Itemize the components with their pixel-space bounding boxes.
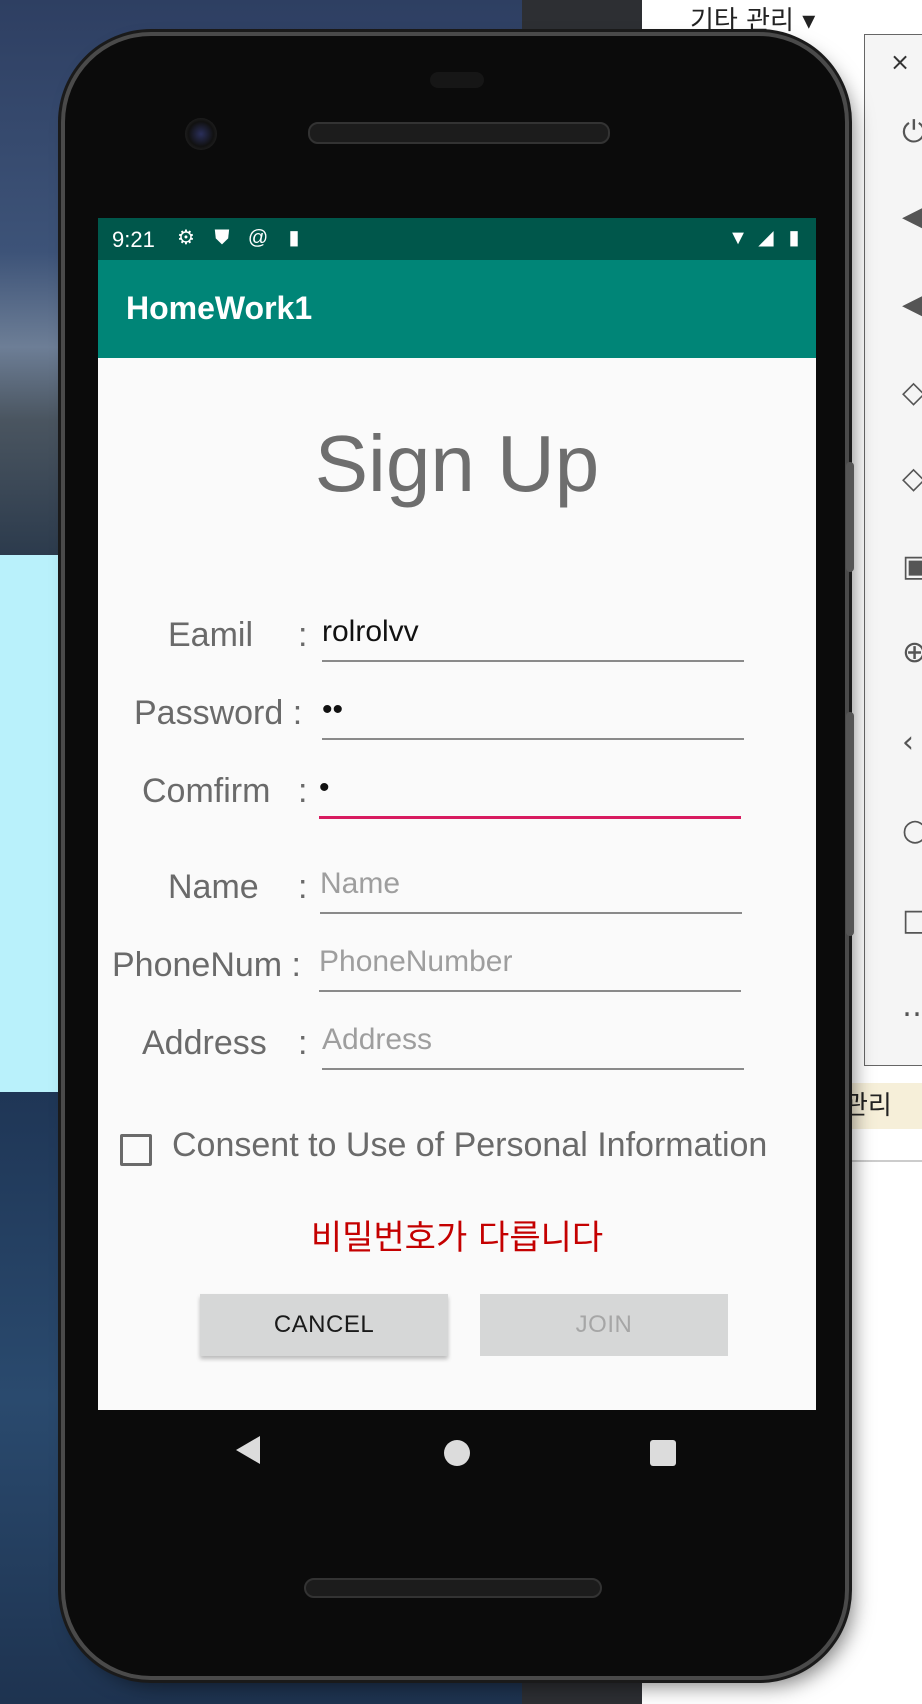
email-label: Eamil [168,616,254,654]
close-icon[interactable]: × [890,48,910,76]
volume-up-icon[interactable]: ◀ [902,200,922,234]
email-colon: : [298,616,308,654]
name-label: Name [168,868,259,906]
email-field[interactable]: rolrolvv [322,608,744,662]
phone-side-button [846,462,854,572]
camera-icon[interactable]: ▣ [902,550,922,584]
nav-recent-apps-icon[interactable] [650,1440,676,1466]
desktop-window-edge [0,555,68,1092]
page-title: Sign Up [314,419,600,508]
consent-checkbox[interactable] [120,1134,152,1166]
confirm-password-field[interactable]: • [319,764,741,819]
volume-down-icon[interactable]: ◀ [902,288,922,322]
battery-icon: ▮ [788,227,800,249]
proximity-sensor [430,72,484,88]
name-field[interactable]: Name [320,860,742,914]
sd-card-icon: ▮ [288,227,300,249]
earpiece-speaker [308,122,610,144]
zoom-icon[interactable]: ⊕ [902,636,922,670]
front-camera-icon [185,118,217,150]
status-bar: 9:21 ⚙ ⛊ @ ▮ ▼ ◢ ▮ [98,218,816,260]
confirm-label: Comfirm [142,772,271,810]
sync-icon: @ [247,227,269,249]
nav-back-icon[interactable] [236,1436,260,1464]
other-management-menu[interactable]: 기타 관리 ▾ [690,0,815,37]
name-colon: : [298,868,308,906]
app-title: HomeWork1 [126,290,313,326]
address-field[interactable]: Address [322,1016,744,1070]
phone-label: PhoneNum : [112,946,301,984]
power-icon[interactable]: ⏻ [902,116,922,150]
rotate-left-icon[interactable]: ◇ [902,376,922,410]
consent-label[interactable]: Consent to Use of Personal Information [172,1126,767,1165]
more-icon[interactable]: … [902,990,922,1024]
confirm-colon: : [298,772,308,810]
app-screen: 9:21 ⚙ ⛊ @ ▮ ▼ ◢ ▮ HomeWork1 Sign Up Eam… [98,218,816,1410]
cancel-button[interactable]: CANCEL [200,1294,448,1356]
wifi-icon: ▼ [728,227,748,249]
bottom-speaker [304,1578,602,1598]
rotate-right-icon[interactable]: ◇ [902,462,922,496]
address-colon: : [298,1024,308,1062]
signal-icon: ◢ [758,227,774,249]
password-label: Password : [134,694,303,732]
management-label: 관리 [840,1083,922,1129]
app-bar: HomeWork1 [98,260,816,358]
address-label: Address [142,1024,267,1062]
gear-icon: ⚙ [177,227,195,249]
back-icon[interactable]: ‹ [902,726,922,760]
phone-field[interactable]: PhoneNumber [319,938,741,992]
nav-home-icon[interactable] [444,1440,470,1466]
join-button[interactable]: JOIN [480,1294,728,1356]
password-field[interactable]: •• [322,686,744,740]
status-time: 9:21 [112,227,155,252]
overview-icon[interactable]: □ [902,904,922,938]
shield-icon: ⛊ [214,227,230,249]
home-icon[interactable]: ○ [902,814,922,848]
phone-volume-button [846,712,854,936]
divider [850,1160,922,1162]
password-mismatch-error: 비밀번호가 다릅니다 [310,1218,604,1258]
